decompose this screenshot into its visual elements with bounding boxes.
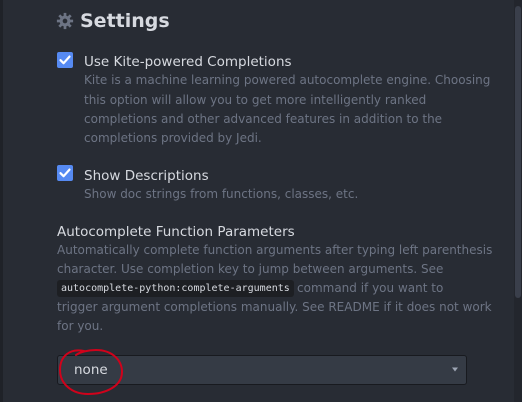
- kite-description-line: Kite is a machine learning powered autoc…: [84, 73, 491, 87]
- kite-description-line: completions provided by Jedi.: [84, 131, 262, 145]
- function-params-description-line: Automatically complete function argument…: [57, 243, 493, 257]
- function-params-description-line: trigger argument completions manually. S…: [57, 300, 492, 314]
- function-params-description-line: command if you want to: [297, 281, 444, 295]
- kite-description-line: completions and other advanced features …: [84, 112, 443, 126]
- function-params-label: Autocomplete Function Parameters: [57, 224, 295, 240]
- settings-panel: Settings Use Kite-powered Completions Ki…: [0, 0, 522, 402]
- scrollbar-thumb[interactable]: [515, 6, 521, 298]
- command-code: autocomplete-python:complete-arguments: [57, 280, 294, 297]
- kite-completions-checkbox[interactable]: [57, 52, 73, 68]
- show-descriptions-description: Show doc strings from functions, classes…: [84, 187, 359, 201]
- checkmark-icon: [59, 55, 71, 65]
- kite-description-line: this option will allow you to get more i…: [84, 93, 427, 107]
- scrollbar-track[interactable]: [514, 0, 522, 402]
- show-descriptions-checkbox[interactable]: [57, 165, 73, 181]
- checkmark-icon: [59, 168, 71, 178]
- panel-edge: [0, 0, 3, 402]
- page-title: Settings: [80, 10, 170, 32]
- settings-header: Settings: [56, 6, 170, 36]
- show-descriptions-label[interactable]: Show Descriptions: [84, 168, 209, 184]
- function-params-select[interactable]: none: [57, 355, 467, 385]
- gear-icon: [56, 12, 74, 30]
- dropdown-arrow-icon: [452, 367, 458, 372]
- function-params-description-line: character. Use completion key to jump be…: [57, 262, 444, 276]
- function-params-description-line: for you.: [57, 319, 104, 333]
- select-value: none: [74, 362, 108, 378]
- kite-completions-label[interactable]: Use Kite-powered Completions: [84, 54, 292, 70]
